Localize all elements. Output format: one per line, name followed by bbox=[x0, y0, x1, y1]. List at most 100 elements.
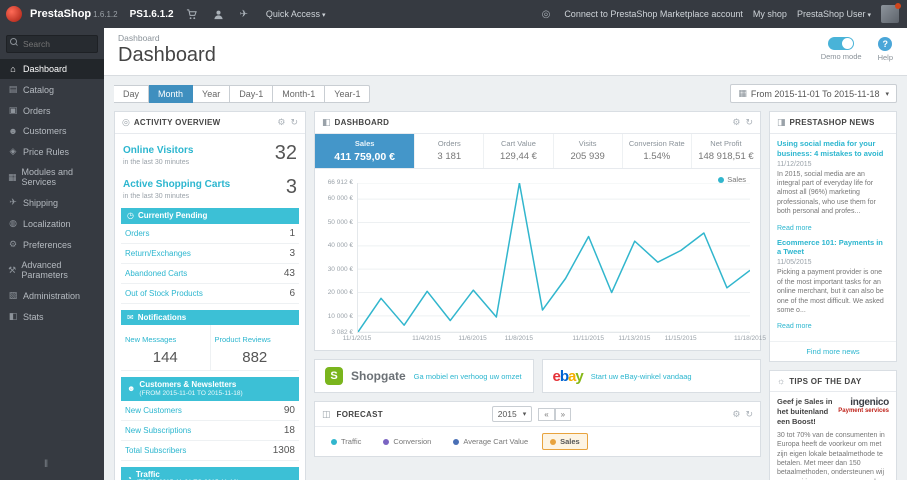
pending-row[interactable]: Abandoned Carts 43 bbox=[121, 264, 299, 284]
period-button[interactable]: Year bbox=[193, 84, 231, 103]
sidebar-item[interactable]: ⌂ Dashboard bbox=[0, 59, 104, 79]
customers-row-label[interactable]: Total Subscribers bbox=[125, 446, 273, 455]
forecast-year-select[interactable]: 2015 ▾ bbox=[491, 406, 533, 422]
customers-row[interactable]: New Subscriptions 18 bbox=[121, 421, 299, 441]
sidebar-item[interactable]: ▦ Modules and Services bbox=[0, 162, 104, 192]
sidebar-item-label: Price Rules bbox=[23, 146, 70, 157]
customers-row[interactable]: New Customers 90 bbox=[121, 401, 299, 421]
kpi-value: 148 918,51 € bbox=[698, 151, 754, 162]
shopgate-link[interactable]: Ga mobiel en verhoog uw omzet bbox=[414, 372, 522, 381]
avatar[interactable] bbox=[881, 3, 901, 23]
kpi-label: Orders bbox=[437, 139, 461, 148]
forecast-legend-label: Traffic bbox=[341, 437, 362, 446]
notification-cell[interactable]: New Messages 144 bbox=[121, 325, 210, 370]
my-shop-link[interactable]: My shop bbox=[753, 9, 787, 19]
customers-row-label[interactable]: New Subscriptions bbox=[125, 426, 284, 435]
user-icon[interactable] bbox=[209, 9, 228, 20]
search-input[interactable] bbox=[6, 35, 98, 53]
kpi-tile[interactable]: Visits 205 939 bbox=[554, 134, 623, 168]
sidebar-item[interactable]: ▣ Orders bbox=[0, 100, 104, 121]
pending-row[interactable]: Out of Stock Products 6 bbox=[121, 284, 299, 304]
news-article-title[interactable]: Ecommerce 101: Payments in a Tweet bbox=[777, 238, 889, 258]
forecast-legend-item[interactable]: Traffic bbox=[323, 433, 369, 450]
x-axis-labels: 11/1/2015 11/4/2015 11/6/2015 11/8/2015 11/1… bbox=[343, 335, 766, 346]
news-article: Ecommerce 101: Payments in a Tweet 11/05… bbox=[777, 238, 889, 337]
pending-row[interactable]: Orders 1 bbox=[121, 224, 299, 244]
notification-cell[interactable]: Product Reviews 882 bbox=[209, 325, 300, 371]
next-page-button[interactable]: » bbox=[554, 407, 572, 421]
active-carts-link[interactable]: Active Shopping Carts bbox=[123, 179, 230, 190]
customers-row-label[interactable]: New Customers bbox=[125, 406, 284, 415]
previous-page-button[interactable]: « bbox=[538, 407, 555, 421]
forecast-legend-item[interactable]: Conversion bbox=[375, 433, 439, 450]
kpi-tile[interactable]: Sales 411 759,00 € bbox=[315, 134, 416, 168]
sidebar-item[interactable]: ✈ Shipping bbox=[0, 192, 104, 213]
refresh-icon[interactable]: ↻ bbox=[290, 117, 298, 128]
pending-row-label[interactable]: Abandoned Carts bbox=[125, 269, 284, 278]
main: Dashboard Dashboard Demo mode ? Help Day… bbox=[104, 28, 907, 480]
help-control[interactable]: ? Help bbox=[878, 37, 893, 62]
y-tick-label: 50 000 € bbox=[327, 218, 353, 226]
user-dropdown[interactable]: PrestaShop User ▾ bbox=[797, 9, 871, 19]
forecast-header: ◫ FORECAST 2015 ▾ « » ⚙ ↻ bbox=[315, 402, 760, 427]
ebay-promo[interactable]: ebay Start uw eBay-winkel vandaag bbox=[541, 359, 761, 393]
sidebar-nav: ⌂ Dashboard ▤ Catalog ▣ Orders ☻ Custome… bbox=[0, 59, 104, 449]
kpi-label: Visits bbox=[578, 139, 597, 148]
news-article-title[interactable]: Using social media for your business: 4 … bbox=[777, 139, 889, 159]
demo-mode-toggle[interactable] bbox=[828, 37, 855, 50]
sidebar-item[interactable]: ◍ Localization bbox=[0, 213, 104, 234]
kpi-tile[interactable]: Net Profit 148 918,51 € bbox=[692, 134, 760, 168]
user-dropdown-label: PrestaShop User bbox=[796, 9, 866, 19]
notification-label[interactable]: New Messages bbox=[125, 335, 176, 344]
period-button[interactable]: Year-1 bbox=[325, 84, 371, 103]
forecast-legend-item[interactable]: Sales bbox=[542, 433, 588, 450]
find-more-news-link[interactable]: Find more news bbox=[770, 341, 896, 361]
sidebar-item[interactable]: ◈ Price Rules bbox=[0, 141, 104, 162]
read-more-link[interactable]: Read more bbox=[777, 225, 812, 232]
date-range-picker[interactable]: ▦ From 2015-11-01 To 2015-11-18 ▾ bbox=[730, 84, 897, 103]
sidebar-item[interactable]: ▧ Administration bbox=[0, 285, 104, 306]
sidebar-item[interactable]: ⚒ Advanced Parameters bbox=[0, 255, 104, 285]
period-button[interactable]: Month bbox=[149, 84, 194, 103]
pending-row-label[interactable]: Out of Stock Products bbox=[125, 289, 289, 298]
gear-icon[interactable]: ⚙ bbox=[732, 409, 740, 420]
help-icon[interactable]: ? bbox=[878, 37, 893, 51]
forecast-legend-item[interactable]: Average Cart Value bbox=[445, 433, 536, 450]
sidebar: ⌂ Dashboard ▤ Catalog ▣ Orders ☻ bbox=[0, 28, 104, 480]
read-more-link[interactable]: Read more bbox=[777, 323, 812, 330]
pending-row[interactable]: Return/Exchanges 3 bbox=[121, 244, 299, 264]
sidebar-item[interactable]: ☻ Customers bbox=[0, 121, 104, 141]
pending-row-label[interactable]: Orders bbox=[125, 229, 289, 238]
customers-icon: ☻ bbox=[127, 384, 136, 394]
refresh-icon[interactable]: ↻ bbox=[745, 117, 753, 128]
notification-label[interactable]: Product Reviews bbox=[215, 335, 271, 344]
customers-row[interactable]: Total Subscribers 1308 bbox=[121, 441, 299, 461]
kpi-tile[interactable]: Cart Value 129,44 € bbox=[484, 134, 554, 168]
pending-row-label[interactable]: Return/Exchanges bbox=[125, 249, 289, 258]
period-button[interactable]: Month-1 bbox=[273, 84, 326, 103]
marketplace-link[interactable]: Connect to PrestaShop Marketplace accoun… bbox=[564, 9, 743, 19]
quick-access-menu[interactable]: Quick Access ▾ bbox=[260, 9, 332, 19]
gear-icon[interactable]: ⚙ bbox=[732, 117, 740, 128]
sales-chart[interactable] bbox=[357, 183, 750, 333]
sidebar-item[interactable]: ◧ Stats bbox=[0, 306, 104, 327]
chart-grid-area: 3 082 €10 000 €20 000 €30 000 €40 000 €5… bbox=[321, 179, 750, 336]
kpi-tile[interactable]: Orders 3 181 bbox=[415, 134, 485, 168]
sidebar-item[interactable]: ⚙ Preferences bbox=[0, 234, 104, 255]
kpi-tile[interactable]: Conversion Rate 1.54% bbox=[623, 134, 692, 168]
y-tick-label: 40 000 € bbox=[327, 242, 353, 250]
demo-mode-control[interactable]: Demo mode bbox=[821, 37, 862, 61]
quick-access-label: Quick Access bbox=[265, 9, 320, 19]
shopgate-promo[interactable]: S Shopgate Ga mobiel en verhoog uw omzet bbox=[314, 359, 534, 393]
cart-icon[interactable] bbox=[182, 8, 201, 20]
gear-icon[interactable]: ⚙ bbox=[277, 117, 285, 128]
launch-icon[interactable]: ✈ bbox=[236, 9, 252, 20]
sidebar-collapse-toggle[interactable]: ‖ bbox=[0, 449, 104, 480]
online-visitors-link[interactable]: Online Visitors bbox=[123, 145, 193, 156]
sidebar-item[interactable]: ▤ Catalog bbox=[0, 79, 104, 100]
ebay-link[interactable]: Start uw eBay-winkel vandaag bbox=[591, 372, 692, 381]
active-carts-sub: in the last 30 minutes bbox=[123, 193, 190, 200]
refresh-icon[interactable]: ↻ bbox=[745, 409, 753, 420]
period-button[interactable]: Day bbox=[114, 84, 150, 103]
period-button[interactable]: Day-1 bbox=[230, 84, 274, 103]
